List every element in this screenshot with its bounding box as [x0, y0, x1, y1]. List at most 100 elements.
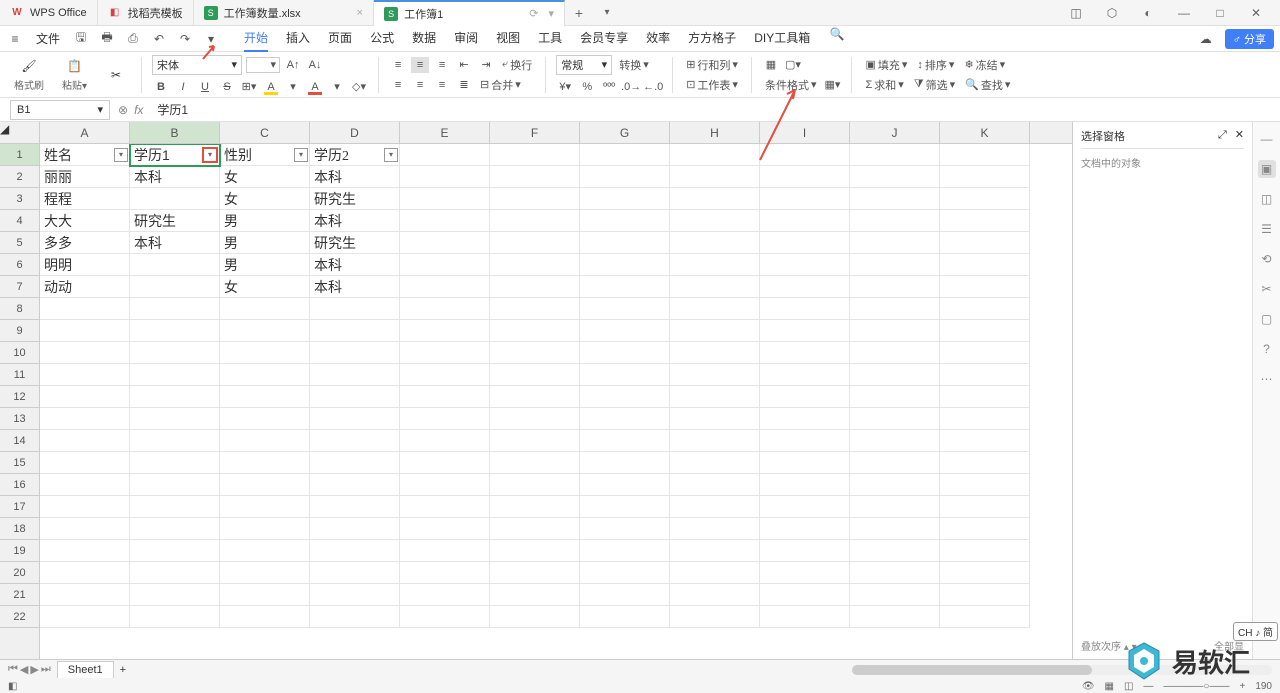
- cell-style-icon[interactable]: ▢▾: [784, 57, 802, 73]
- row-10[interactable]: 10: [0, 342, 39, 364]
- tab-insert[interactable]: 插入: [286, 25, 310, 52]
- maximize-button[interactable]: □: [1206, 0, 1234, 26]
- col-D[interactable]: D: [310, 122, 400, 143]
- col-K[interactable]: K: [940, 122, 1030, 143]
- comma-icon[interactable]: ººº: [600, 79, 618, 95]
- decimal-dec-icon[interactable]: ←.0: [644, 79, 662, 95]
- row-18[interactable]: 18: [0, 518, 39, 540]
- tab-tools[interactable]: 工具: [538, 25, 562, 52]
- col-G[interactable]: G: [580, 122, 670, 143]
- row-16[interactable]: 16: [0, 474, 39, 496]
- cell-A1[interactable]: 姓名▾: [40, 144, 130, 166]
- row-col-button[interactable]: ⊞行和列▾: [683, 57, 741, 73]
- col-F[interactable]: F: [490, 122, 580, 143]
- format-painter-group[interactable]: 🖌格式刷: [10, 57, 48, 92]
- minimize-button[interactable]: —: [1170, 0, 1198, 26]
- add-sheet-button[interactable]: +: [120, 664, 126, 676]
- align-top-icon[interactable]: ≡: [389, 57, 407, 73]
- cell-D1[interactable]: 学历2▾: [310, 144, 400, 166]
- row-2[interactable]: 2: [0, 166, 39, 188]
- row-21[interactable]: 21: [0, 584, 39, 606]
- row-6[interactable]: 6: [0, 254, 39, 276]
- tab-page[interactable]: 页面: [328, 25, 352, 52]
- sheet-last-icon[interactable]: ⏭: [41, 663, 51, 676]
- rail-more-icon[interactable]: ⋯: [1258, 370, 1276, 388]
- rail-backup-icon[interactable]: ⟲: [1258, 250, 1276, 268]
- name-box[interactable]: B1▾: [10, 100, 110, 120]
- tab-data[interactable]: 数据: [412, 25, 436, 52]
- tab-wps-office[interactable]: WWPS Office: [0, 0, 98, 26]
- row-11[interactable]: 11: [0, 364, 39, 386]
- zoom-out-icon[interactable]: —: [1143, 681, 1153, 692]
- zoom-value[interactable]: 190: [1255, 681, 1272, 692]
- select-all-corner[interactable]: ◢: [0, 122, 40, 143]
- rail-settings-icon[interactable]: ▢: [1258, 310, 1276, 328]
- fill-button[interactable]: ▣填充▾: [862, 57, 910, 73]
- rail-tools-icon[interactable]: ✂: [1258, 280, 1276, 298]
- clear-format-button[interactable]: ◇▾: [350, 79, 368, 95]
- tab-template[interactable]: ◧找稻壳模板: [98, 0, 194, 26]
- row-19[interactable]: 19: [0, 540, 39, 562]
- underline-button[interactable]: U: [196, 79, 214, 95]
- print-icon[interactable]: 🖶: [98, 30, 116, 48]
- paste-group[interactable]: 📋粘贴▾: [58, 57, 91, 92]
- align-right-icon[interactable]: ≡: [433, 77, 451, 93]
- font-grow-icon[interactable]: A↑: [284, 57, 302, 73]
- add-tab-button[interactable]: +: [565, 0, 593, 26]
- col-E[interactable]: E: [400, 122, 490, 143]
- view-layout-icon[interactable]: ◫: [1124, 681, 1133, 692]
- filter-dropdown-A1[interactable]: ▾: [114, 148, 128, 162]
- table-icon[interactable]: ▦▾: [823, 77, 841, 93]
- fx-icon[interactable]: fx: [134, 103, 143, 117]
- row-22[interactable]: 22: [0, 606, 39, 628]
- avatar-icon[interactable]: ◐: [1134, 0, 1162, 26]
- percent-icon[interactable]: %: [578, 79, 596, 95]
- col-B[interactable]: B: [130, 122, 220, 143]
- tab-formula[interactable]: 公式: [370, 25, 394, 52]
- tab-view[interactable]: 视图: [496, 25, 520, 52]
- rail-filter-icon[interactable]: ☰: [1258, 220, 1276, 238]
- cond-format-button[interactable]: 条件格式▾: [762, 77, 820, 93]
- filter-dropdown-B1[interactable]: ▾: [202, 147, 218, 163]
- row-5[interactable]: 5: [0, 232, 39, 254]
- decimal-inc-icon[interactable]: .0→: [622, 79, 640, 95]
- tab-ffgz[interactable]: 方方格子: [688, 25, 736, 52]
- number-format-select[interactable]: 常规▾: [556, 55, 612, 75]
- formula-input[interactable]: 学历1: [151, 101, 1280, 118]
- indent-right-icon[interactable]: ⇥: [477, 57, 495, 73]
- font-shrink-icon[interactable]: A↓: [306, 57, 324, 73]
- font-select[interactable]: 宋体▾: [152, 55, 242, 75]
- sheet-next-icon[interactable]: ▶: [30, 663, 38, 676]
- align-bottom-icon[interactable]: ≡: [433, 57, 451, 73]
- col-A[interactable]: A: [40, 122, 130, 143]
- sort-button[interactable]: ↕排序▾: [914, 57, 957, 73]
- sheet-first-icon[interactable]: ⏮: [8, 663, 18, 676]
- currency-icon[interactable]: ¥▾: [556, 79, 574, 95]
- share-button[interactable]: ♂ 分享: [1225, 29, 1274, 49]
- cube-icon[interactable]: ⬡: [1098, 0, 1126, 26]
- italic-button[interactable]: I: [174, 79, 192, 95]
- row-4[interactable]: 4: [0, 210, 39, 232]
- window-restore-icon[interactable]: ◫: [1062, 0, 1090, 26]
- close-button[interactable]: ✕: [1242, 0, 1270, 26]
- wrap-text-button[interactable]: ⤶换行: [499, 57, 535, 73]
- row-1[interactable]: 1: [0, 144, 39, 166]
- row-8[interactable]: 8: [0, 298, 39, 320]
- tab-workbook1[interactable]: S工作簿1⟳▾: [374, 0, 565, 26]
- cell-C1[interactable]: 性别▾: [220, 144, 310, 166]
- print-preview-icon[interactable]: ⎙: [124, 30, 142, 48]
- rail-style-icon[interactable]: ◫: [1258, 190, 1276, 208]
- row-9[interactable]: 9: [0, 320, 39, 342]
- rail-select-icon[interactable]: ▣: [1258, 160, 1276, 178]
- cells-area[interactable]: 姓名▾ 学历1▾ 性别▾ 学历2▾ 丽丽本科女本科 程程女研究生 大大研究生男本…: [40, 144, 1072, 659]
- align-middle-icon[interactable]: ≡: [411, 57, 429, 73]
- row-20[interactable]: 20: [0, 562, 39, 584]
- row-14[interactable]: 14: [0, 430, 39, 452]
- strike-button[interactable]: S: [218, 79, 236, 95]
- col-J[interactable]: J: [850, 122, 940, 143]
- ime-badge[interactable]: CH ♪ 简: [1233, 622, 1278, 641]
- align-left-icon[interactable]: ≡: [389, 77, 407, 93]
- zoom-in-icon[interactable]: +: [1239, 681, 1245, 692]
- cancel-formula-icon[interactable]: ⊗: [118, 103, 128, 117]
- convert-button[interactable]: 转换▾: [616, 57, 652, 73]
